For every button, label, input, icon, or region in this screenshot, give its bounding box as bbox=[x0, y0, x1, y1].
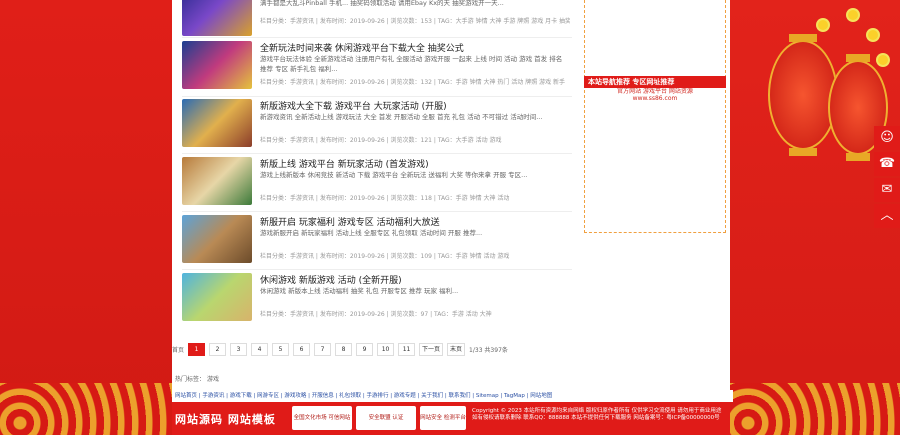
divider bbox=[182, 96, 572, 97]
pager-page[interactable]: 5 bbox=[272, 342, 290, 356]
article-desc: 游戏上线新版本 休闲竞技 新活动 下载 游戏平台 全新玩法 送福利 大奖 等你来… bbox=[260, 171, 528, 179]
phone-button[interactable]: ☎ bbox=[874, 152, 900, 176]
pager-summary: 1/33 共397条 bbox=[469, 346, 508, 354]
article-list: 满手都是大乱斗Pinball 手机... 抽奖码领取活动 请用Ebay Kx的天… bbox=[172, 0, 577, 390]
tag-label: 热门标签： bbox=[175, 376, 206, 383]
article-meta: 栏目分类：手游资讯 | 发布时间：2019-09-26 | 浏览次数：153 |… bbox=[260, 18, 570, 25]
article-meta: 栏目分类：手游资讯 | 发布时间：2019-09-26 | 浏览次数：118 |… bbox=[260, 195, 510, 202]
sidebar-box-title: 本站导航推荐 专区网址推荐 bbox=[584, 76, 726, 88]
pager-page[interactable]: 7 bbox=[314, 342, 332, 356]
pager-page[interactable]: 4 bbox=[251, 342, 269, 356]
list-item[interactable]: 新服开启 玩家福利 游戏专区 活动福利大放送 游戏新服开启 新玩家福利 活动上线… bbox=[182, 215, 577, 270]
list-item[interactable]: 全新玩法时间来袭 休闲游戏平台下载大全 抽奖公式 游戏平台玩法体验 全新游戏活动… bbox=[182, 41, 577, 96]
article-thumbnail[interactable] bbox=[182, 215, 252, 263]
pager-page[interactable]: 1 bbox=[188, 342, 206, 356]
lantern-icon bbox=[768, 34, 838, 156]
list-item[interactable]: 新版游戏大全下载 游戏平台 大玩家活动 (开服) 新游戏资讯 全新活动上线 游戏… bbox=[182, 99, 577, 154]
article-title[interactable]: 新版游戏大全下载 游戏平台 大玩家活动 (开服) bbox=[260, 99, 447, 112]
tag-row: 热门标签： 游戏 bbox=[175, 374, 219, 383]
pager-last[interactable]: 末页 bbox=[447, 342, 466, 356]
divider bbox=[182, 211, 572, 212]
footer: 网站源码 网站模板 全国文化市场 可信网站 安全联盟 认证 网站安全 检测平台 … bbox=[172, 402, 730, 435]
pager-page[interactable]: 9 bbox=[356, 342, 374, 356]
article-meta: 栏目分类：手游资讯 | 发布时间：2019-09-26 | 浏览次数：109 |… bbox=[260, 253, 510, 260]
article-thumbnail[interactable] bbox=[182, 157, 252, 205]
copyright-text: Copyright © 2023 本站所有资源均来自网络 版权归原作者所有 仅供… bbox=[472, 408, 722, 421]
article-desc: 游戏新服开启 新玩家福利 活动上线 全服专区 礼包领取 活动时间 开服 推荐..… bbox=[260, 229, 483, 237]
pagination: 首页 1 2 3 4 5 6 7 8 9 10 11 下一页 末页 1/33 共… bbox=[172, 342, 512, 356]
plum-blossom-icon bbox=[818, 20, 828, 30]
chevron-up-icon: ︿ bbox=[880, 208, 894, 223]
content-wrapper: 满手都是大乱斗Pinball 手机... 抽奖码领取活动 请用Ebay Kx的天… bbox=[172, 0, 733, 435]
footer-links[interactable]: 网站首页 | 手游资讯 | 游戏下载 | 网游专区 | 游戏攻略 | 开服信息 … bbox=[172, 390, 733, 402]
trust-badge[interactable]: 安全联盟 认证 bbox=[356, 406, 416, 430]
chat-icon: ✉ bbox=[881, 182, 893, 197]
article-title[interactable]: 新版上线 游戏平台 新玩家活动 (首发游戏) bbox=[260, 157, 429, 170]
divider bbox=[182, 37, 572, 38]
article-thumbnail[interactable] bbox=[182, 99, 252, 147]
article-meta: 栏目分类：手游资讯 | 发布时间：2019-09-26 | 浏览次数：121 |… bbox=[260, 137, 502, 144]
penguin-icon: ☺ bbox=[880, 130, 894, 145]
message-button[interactable]: ✉ bbox=[874, 178, 900, 202]
article-desc: 游戏平台玩法体验 全新游戏活动 注册用户有礼 全服活动 游戏开服 一起来 上线 … bbox=[260, 55, 563, 73]
trust-badge[interactable]: 全国文化市场 可信网站 bbox=[292, 406, 352, 430]
pager-page[interactable]: 6 bbox=[293, 342, 311, 356]
article-desc: 休闲游戏 新版本上线 活动福利 抽奖 礼包 开服专区 推荐 玩家 福利... bbox=[260, 287, 459, 295]
divider bbox=[182, 269, 572, 270]
divider bbox=[182, 153, 572, 154]
pager-next[interactable]: 下一页 bbox=[419, 342, 444, 356]
article-title[interactable]: 全新玩法时间来袭 休闲游戏平台下载大全 抽奖公式 bbox=[260, 41, 464, 54]
phone-icon: ☎ bbox=[878, 156, 896, 171]
pager-page[interactable]: 8 bbox=[335, 342, 353, 356]
left-cloud-decoration bbox=[0, 383, 172, 435]
sidebar bbox=[584, 0, 726, 233]
left-festive-background bbox=[0, 0, 172, 435]
right-cloud-decoration bbox=[728, 383, 900, 435]
article-desc: 满手都是大乱斗Pinball 手机... 抽奖码领取活动 请用Ebay Kx的天… bbox=[260, 0, 504, 7]
article-thumbnail[interactable] bbox=[182, 41, 252, 89]
sidebar-box-url[interactable]: www.ss86.com bbox=[584, 95, 726, 102]
article-thumbnail[interactable] bbox=[182, 0, 252, 36]
sidebar-nav-box: 本站导航推荐 专区网址推荐 官方网站 游戏平台 网站资源 www.ss86.co… bbox=[584, 76, 726, 104]
pager-page[interactable]: 10 bbox=[377, 342, 395, 356]
back-to-top-button[interactable]: ︿ bbox=[874, 204, 900, 228]
pager-page[interactable]: 2 bbox=[209, 342, 227, 356]
article-meta: 栏目分类：手游资讯 | 发布时间：2019-09-26 | 浏览次数：132 |… bbox=[260, 79, 566, 86]
article-title[interactable]: 新服开启 玩家福利 游戏专区 活动福利大放送 bbox=[260, 215, 440, 228]
tag-link[interactable]: 游戏 bbox=[207, 376, 219, 383]
pager-page[interactable]: 3 bbox=[230, 342, 248, 356]
floating-toolbar: ☺ ☎ ✉ ︿ bbox=[874, 126, 900, 230]
plum-blossom-icon bbox=[868, 30, 878, 40]
list-item[interactable]: 新版上线 游戏平台 新玩家活动 (首发游戏) 游戏上线新版本 休闲竞技 新活动 … bbox=[182, 157, 577, 212]
qq-service-button[interactable]: ☺ bbox=[874, 126, 900, 150]
article-title[interactable]: 休闲游戏 新版游戏 活动 (全新开服) bbox=[260, 273, 402, 286]
plum-blossom-icon bbox=[878, 55, 888, 65]
plum-blossom-icon bbox=[848, 10, 858, 20]
list-item[interactable]: 休闲游戏 新版游戏 活动 (全新开服) 休闲游戏 新版本上线 活动福利 抽奖 礼… bbox=[182, 273, 577, 328]
article-desc: 新游戏资讯 全新活动上线 游戏玩法 大全 首发 开服活动 全服 首充 礼包 活动… bbox=[260, 113, 543, 121]
sidebar-box-sub[interactable]: 官方网站 游戏平台 网站资源 bbox=[584, 88, 726, 95]
article-thumbnail[interactable] bbox=[182, 273, 252, 321]
article-meta: 栏目分类：手游资讯 | 发布时间：2019-09-26 | 浏览次数：97 | … bbox=[260, 311, 492, 318]
pager-page[interactable]: 11 bbox=[398, 342, 416, 356]
pager-first[interactable]: 首页 bbox=[172, 345, 184, 354]
footer-logo[interactable]: 网站源码 网站模板 bbox=[175, 411, 276, 427]
trust-badge[interactable]: 网站安全 检测平台 bbox=[420, 406, 466, 430]
